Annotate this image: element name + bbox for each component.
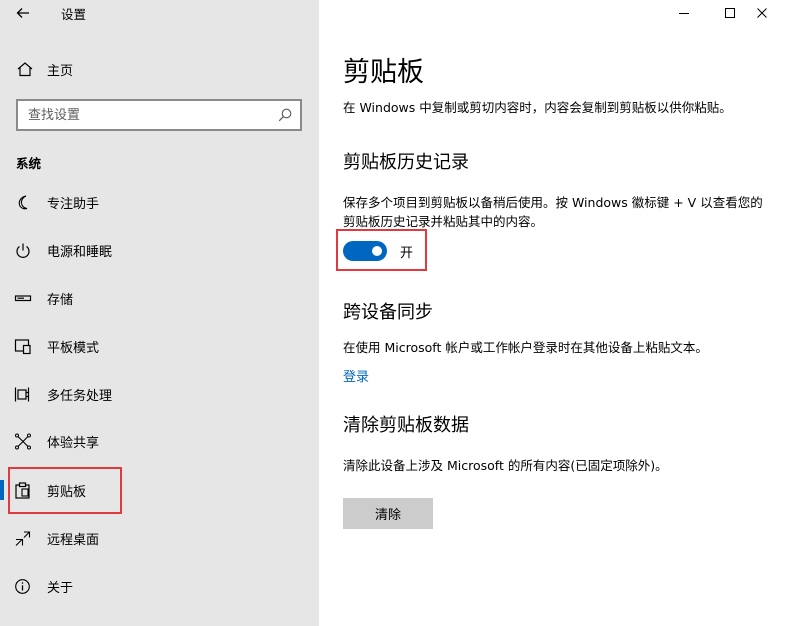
sidebar-item-about[interactable]: 关于 [0,566,319,606]
remote-desktop-icon [15,531,31,546]
clear-description: 清除此设备上涉及 Microsoft 的所有内容(已固定项除外)。 [343,458,668,473]
sidebar-item-tablet-mode[interactable]: 平板模式 [0,326,319,366]
sidebar-item-label: 关于 [47,581,74,596]
toggle-knob [372,246,382,256]
history-toggle[interactable]: 开 [343,239,413,263]
sidebar-item-clipboard[interactable]: 剪贴板 [0,470,319,510]
storage-icon [14,295,32,302]
sidebar-item-label: 存储 [47,293,74,308]
maximize-icon [725,8,735,18]
sync-heading: 跨设备同步 [343,302,433,323]
tablet-mode-icon [14,339,31,355]
app-title: 设置 [61,7,87,22]
sidebar-item-label: 电源和睡眠 [47,245,113,260]
sidebar-item-label: 主页 [47,63,74,79]
sidebar-item-label: 远程桌面 [47,533,100,548]
back-arrow-icon [16,8,29,18]
clear-heading: 清除剪贴板数据 [343,415,469,436]
sidebar-item-label: 多任务处理 [47,389,113,404]
power-icon [16,243,30,258]
section-label-system: 系统 [16,156,42,171]
multitasking-icon [14,387,30,402]
sidebar-item-shared-experiences[interactable]: 体验共享 [0,421,319,461]
moon-icon [18,195,28,210]
sync-description: 在使用 Microsoft 帐户或工作帐户登录时在其他设备上粘贴文本。 [343,340,708,355]
sidebar-item-label: 平板模式 [47,341,100,356]
history-heading: 剪贴板历史记录 [343,152,469,173]
search-input[interactable] [18,102,268,128]
sidebar-item-home[interactable]: 主页 [0,54,319,84]
sidebar-item-label: 剪贴板 [47,485,87,500]
clear-button[interactable]: 清除 [343,498,433,529]
intro-text: 在 Windows 中复制或剪切内容时，内容会复制到剪贴板以供你粘贴。 [343,100,732,115]
sidebar-item-remote-desktop[interactable]: 远程桌面 [0,518,319,558]
active-indicator [0,480,4,500]
home-icon [17,62,33,77]
share-icon [15,433,31,450]
toggle-switch[interactable] [343,241,387,261]
history-description: 保存多个项目到剪贴板以备稍后使用。按 Windows 徽标键 + V 以查看您的… [343,195,763,229]
toggle-state-label: 开 [400,245,414,261]
sidebar: 设置 主页 系统 专注助手 电源和睡眠 存储 [0,0,319,626]
search-box[interactable] [16,99,302,131]
sign-in-link[interactable]: 登录 [343,366,369,385]
sidebar-item-focus-assist[interactable]: 专注助手 [0,182,319,222]
sidebar-item-multitasking[interactable]: 多任务处理 [0,374,319,414]
close-button[interactable] [739,0,785,26]
info-icon [15,579,30,594]
minimize-icon [679,13,689,14]
close-icon [757,8,767,18]
clipboard-icon [15,482,30,499]
page-title: 剪贴板 [343,57,424,88]
sidebar-item-label: 体验共享 [47,436,100,451]
sidebar-item-label: 专注助手 [47,197,100,212]
content-pane: 剪贴板 在 Windows 中复制或剪切内容时，内容会复制到剪贴板以供你粘贴。 … [319,0,785,626]
sidebar-item-power-sleep[interactable]: 电源和睡眠 [0,230,319,270]
sidebar-item-storage[interactable]: 存储 [0,278,319,318]
back-button[interactable] [8,2,38,24]
minimize-button[interactable] [661,0,707,26]
search-icon[interactable] [278,108,292,122]
